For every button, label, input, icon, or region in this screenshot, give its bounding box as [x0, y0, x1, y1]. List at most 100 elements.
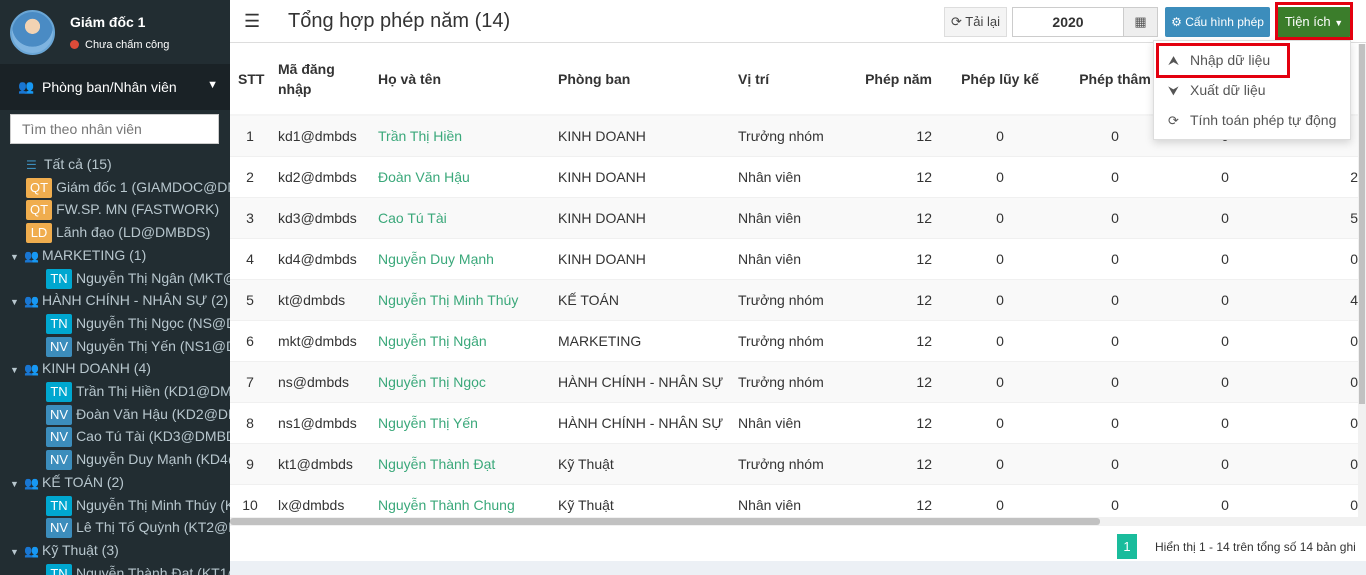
dept-section-header[interactable]: 👥 Phòng ban/Nhân viên ▼: [0, 64, 230, 110]
vertical-scrollbar[interactable]: [1358, 44, 1366, 517]
table-cell: Nhân viên: [730, 155, 850, 197]
table-cell: 0: [1170, 401, 1280, 443]
employee-name-link[interactable]: Nguyễn Thị Minh Thúy: [370, 278, 550, 320]
tree-node-label: Nguyễn Thị Ngân (MKT@DMBDS): [76, 269, 230, 286]
menu-item-auto-calculate[interactable]: ⟳ Tính toán phép tự động: [1154, 105, 1352, 135]
horizontal-scrollbar[interactable]: [230, 517, 1366, 526]
table-row[interactable]: 5 kt@dmbds Nguyễn Thị Minh Thúy KẾ TOÁN Trưở…: [230, 278, 1366, 320]
caret-down-icon[interactable]: ▼: [10, 473, 24, 495]
tree-department[interactable]: ▼ 👥 HÀNH CHÍNH - NHÂN SỰ (2): [10, 289, 228, 311]
caret-down-icon[interactable]: ▼: [10, 541, 24, 563]
column-header[interactable]: STT: [230, 44, 270, 116]
table-cell: kd1@dmbds: [270, 114, 370, 156]
column-header[interactable]: Phòng ban: [550, 44, 730, 116]
tree-department[interactable]: ▼ 👥 KINH DOANH (4): [10, 357, 151, 379]
column-header[interactable]: Phép lũy kế: [940, 44, 1060, 116]
role-badge: TN: [46, 313, 72, 334]
column-header[interactable]: Vị trí: [730, 44, 850, 116]
table-cell: 12: [850, 278, 940, 320]
year-input[interactable]: 2020: [1012, 7, 1124, 37]
column-header[interactable]: Họ và tên: [370, 44, 550, 116]
employee-name-link[interactable]: Trần Thị Hiền: [370, 114, 550, 156]
table-cell: 0: [1170, 360, 1280, 402]
tree-employee[interactable]: QT FW.SP. MN (FASTWORK): [26, 198, 219, 221]
tree-employee[interactable]: TNNguyễn Thị Ngân (MKT@DMBDS): [46, 267, 230, 289]
tree-node-label: Tất cả (15): [44, 156, 112, 172]
reload-button[interactable]: ⟳ Tải lại: [944, 7, 1007, 37]
employee-name-link[interactable]: Nguyễn Thị Ngọc: [370, 360, 550, 402]
caret-down-icon[interactable]: ▼: [10, 359, 24, 381]
tree-node-label: Lê Thị Tố Quỳnh (KT2@DMBDS): [76, 519, 230, 536]
tree-employee[interactable]: TNNguyễn Thị Minh Thúy (KT@DMBDS): [46, 494, 230, 516]
table-cell: 0: [1060, 196, 1170, 238]
pagination-info: Hiển thị 1 - 14 trên tổng số 14 bản ghi: [1155, 540, 1356, 554]
tree-node-label: Đoàn Văn Hậu (KD2@DMBDS): [76, 405, 230, 422]
table-cell: kd4@dmbds: [270, 237, 370, 279]
table-row[interactable]: 7 ns@dmbds Nguyễn Thị Ngọc HÀNH CHÍNH - NHÂ…: [230, 360, 1366, 402]
table-row[interactable]: 4 kd4@dmbds Nguyễn Duy Mạnh KINH DOANH Nhân …: [230, 237, 1366, 279]
employee-name-link[interactable]: Nguyễn Thành Đạt: [370, 442, 550, 484]
menu-item-export[interactable]: ⮟ Xuất dữ liệu: [1154, 75, 1352, 105]
menu-toggle-icon[interactable]: ☰: [244, 11, 260, 32]
table-cell: 0: [1280, 319, 1366, 361]
column-header[interactable]: Mã đăng nhập: [270, 44, 370, 116]
tree-node-label: Nguyễn Thành Đạt (KT1@DMBDS): [76, 564, 230, 575]
utilities-dropdown-menu: ⮝ Nhập dữ liệu ⮟ Xuất dữ liệu ⟳ Tính toán p…: [1153, 40, 1351, 140]
table-cell: KINH DOANH: [550, 155, 730, 197]
tree-employee[interactable]: NVLê Thị Tố Quỳnh (KT2@DMBDS): [46, 516, 230, 539]
caret-down-icon[interactable]: ▼: [10, 291, 24, 313]
role-badge: TN: [46, 268, 72, 289]
table-cell: 12: [850, 401, 940, 443]
table-cell: 2: [1280, 155, 1366, 197]
users-icon: 👥: [24, 475, 39, 490]
table-row[interactable]: 8 ns1@dmbds Nguyễn Thị Yến HÀNH CHÍNH - NHÂ…: [230, 401, 1366, 443]
avatar[interactable]: [10, 10, 55, 55]
table-row[interactable]: 2 kd2@dmbds Đoàn Văn Hậu KINH DOANH Nhân viê…: [230, 155, 1366, 197]
table-cell: 0: [940, 196, 1060, 238]
caret-down-icon[interactable]: ▼: [10, 246, 24, 268]
table-row[interactable]: 6 mkt@dmbds Nguyễn Thị Ngân MARKETING Trưởng…: [230, 319, 1366, 361]
table-cell: Trưởng nhóm: [730, 442, 850, 484]
user-status: Chưa chấm công: [70, 39, 169, 51]
employee-name-link[interactable]: Cao Tú Tài: [370, 196, 550, 238]
table-cell: 7: [230, 360, 270, 402]
pagination-page-1[interactable]: 1: [1117, 534, 1137, 559]
employee-name-link[interactable]: Nguyễn Thị Ngân: [370, 319, 550, 361]
tree-employee[interactable]: TNNguyễn Thị Ngọc (NS@DMBDS): [46, 312, 230, 334]
table-cell: 5: [230, 278, 270, 320]
gear-icon: ⚙: [1171, 15, 1182, 29]
employee-name-link[interactable]: Đoàn Văn Hậu: [370, 155, 550, 197]
role-badge: NV: [46, 450, 73, 471]
table-cell: 0: [1060, 442, 1170, 484]
table-cell: 0: [940, 278, 1060, 320]
tree-employee[interactable]: QTGiám đốc 1 (GIAMDOC@DMBDS): [26, 176, 230, 198]
table-cell: 0: [1060, 319, 1170, 361]
vertical-scroll-thumb[interactable]: [1359, 44, 1365, 404]
tree-employee[interactable]: NVCao Tú Tài (KD3@DMBDS): [46, 425, 230, 448]
tree-department[interactable]: ▼ 👥 MARKETING (1): [10, 244, 146, 266]
tree-employee[interactable]: TN Nguyễn Thành Đạt (KT1@DMBDS): [46, 562, 230, 575]
employee-search-input[interactable]: [10, 114, 219, 144]
tree-employee[interactable]: NVĐoàn Văn Hậu (KD2@DMBDS): [46, 403, 230, 425]
column-header[interactable]: Phép năm: [850, 44, 940, 116]
tree-employee[interactable]: NVNguyễn Duy Mạnh (KD4@DMBDS): [46, 448, 230, 471]
horizontal-scroll-thumb[interactable]: [230, 518, 1100, 525]
table-body: 1 kd1@dmbds Trần Thị Hiền KINH DOANH Trưởng …: [230, 114, 1366, 525]
leave-config-button[interactable]: ⚙ Cấu hình phép: [1165, 7, 1270, 37]
table-row[interactable]: 3 kd3@dmbds Cao Tú Tài KINH DOANH Nhân viên 1…: [230, 196, 1366, 238]
chevron-down-icon[interactable]: ▼: [207, 79, 218, 91]
tree-employee[interactable]: NVNguyễn Thị Yến (NS1@DMBDS): [46, 335, 230, 357]
tree-employee[interactable]: TNTrần Thị Hiền (KD1@DMBDS): [46, 380, 230, 402]
download-icon: ⮟: [1168, 83, 1180, 98]
tree-department[interactable]: ▼ 👥 Kỹ Thuật (3): [10, 539, 119, 561]
table-row[interactable]: 9 kt1@dmbds Nguyễn Thành Đạt Kỹ Thuật Trưởng…: [230, 442, 1366, 484]
tree-department[interactable]: ▼ 👥 KẾ TOÁN (2): [10, 471, 124, 493]
tree-root[interactable]: ☰ Tất cả (15): [26, 153, 112, 175]
top-bar: ☰ Tổng hợp phép năm (14) ⟳ Tải lại 2020 …: [230, 0, 1366, 43]
calendar-icon[interactable]: ▦: [1124, 7, 1158, 37]
table-cell: 0: [1170, 155, 1280, 197]
tree-employee[interactable]: LD Lãnh đạo (LD@DMBDS): [26, 221, 210, 244]
menu-item-export-label: Xuất dữ liệu: [1190, 82, 1266, 98]
employee-name-link[interactable]: Nguyễn Thị Yến: [370, 401, 550, 443]
employee-name-link[interactable]: Nguyễn Duy Mạnh: [370, 237, 550, 279]
